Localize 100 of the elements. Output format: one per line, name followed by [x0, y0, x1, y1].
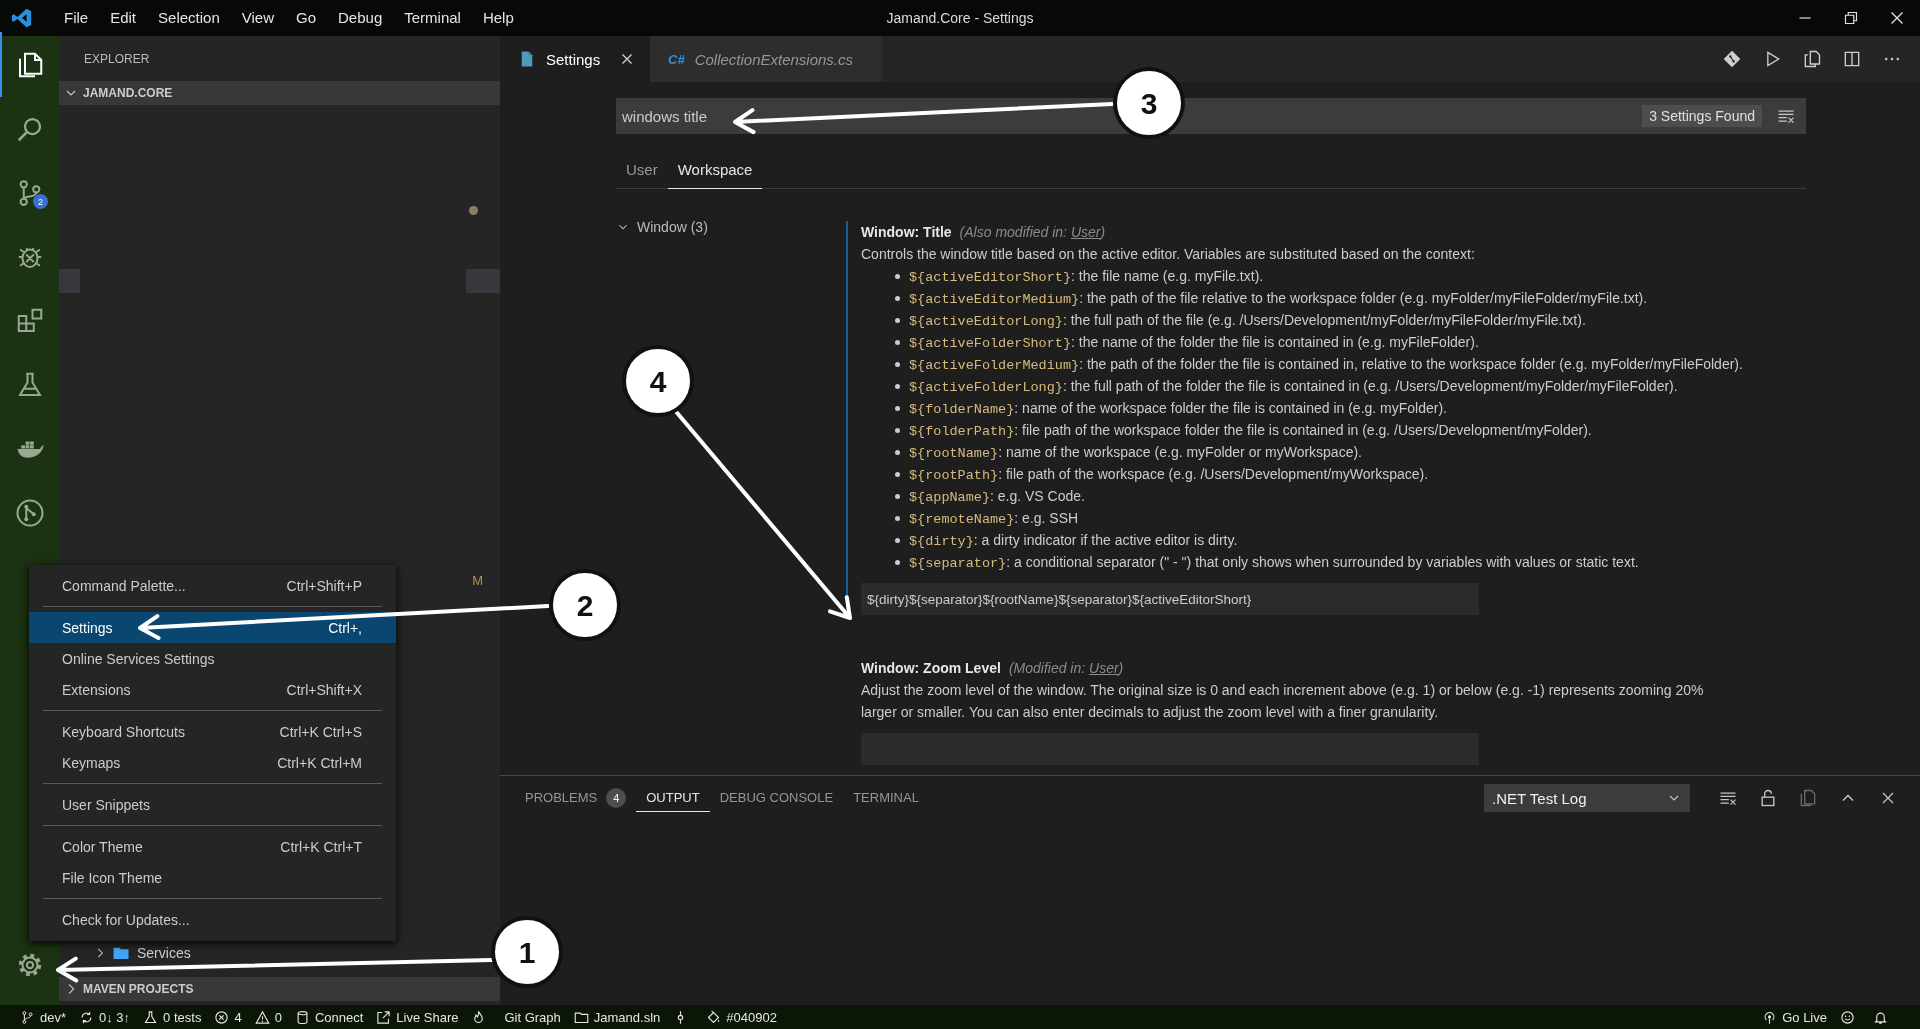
menu-item[interactable]: Selection	[147, 3, 231, 33]
menu-item[interactable]: Help	[471, 3, 525, 33]
bullet-dot	[895, 296, 900, 301]
status-item[interactable]: Live Share	[376, 1009, 459, 1025]
list-item: ${activeFolderShort}: the name of the folder the file is contained in (e.g. myFileFolder).	[909, 333, 1479, 353]
setting-description: Adjust the zoom level of the window. The original size is 0 and each increment above (e.g. 1) or below (e.g. -1) represents zooming 20% larger or smaller. You can also enter decimals to adjust the zoom level with a finer granularity.	[861, 681, 1705, 722]
bullet-dot	[895, 318, 900, 323]
modified-note: (Also modified in: User)	[959, 224, 1106, 240]
list-item: ${activeEditorShort}: the file name (e.g. myFile.txt).	[909, 267, 1264, 287]
count-badge: 4	[606, 787, 627, 808]
error-icon	[214, 1009, 230, 1025]
menu-item[interactable]: Keymaps Ctrl+K Ctrl+M	[29, 747, 396, 778]
bullet-dot	[895, 406, 900, 411]
bullet-dot	[895, 450, 900, 455]
section-header[interactable]: MAVEN PROJECTS	[59, 977, 500, 1001]
setting-title: Window: Title	[861, 224, 952, 240]
status-item[interactable]: Git Graph	[504, 1009, 561, 1025]
menu-item[interactable]: Command Palette... Ctrl+Shift+P	[29, 570, 396, 601]
shortcut-label: Ctrl+Shift+X	[286, 681, 362, 698]
result-count: 3 Settings Found	[1642, 105, 1762, 127]
flask-icon	[143, 1009, 159, 1025]
list-item: ${activeEditorMedium}: the path of the file relative to the workspace folder (e.g. myFolder/myFileFolder/myFile.txt).	[909, 289, 1648, 309]
status-item[interactable]: 0 tests	[143, 1009, 202, 1025]
menu-item[interactable]: File Icon Theme	[29, 862, 396, 893]
shortcut-label: Ctrl+K Ctrl+S	[279, 723, 362, 740]
setting-description: Controls the window title based on the active editor. Variables are substituted based on the context:	[861, 245, 1476, 264]
activity-item[interactable]: 2	[0, 160, 59, 225]
menu-item[interactable]: File	[53, 3, 100, 33]
setting-title: Window: Zoom Level	[861, 660, 1001, 676]
editor-tab[interactable]: Settings	[500, 36, 650, 82]
panel-tab[interactable]: TERMINAL	[843, 784, 929, 812]
sidebar-title: EXPLORER	[84, 51, 150, 66]
list-item: ${folderName}: name of the workspace folder the file is contained in (e.g. myFolder).	[909, 399, 1447, 419]
menu-item[interactable]: Online Services Settings	[29, 643, 396, 674]
menu-item[interactable]: Keyboard Shortcuts Ctrl+K Ctrl+S	[29, 716, 396, 747]
menu-item[interactable]: Go	[285, 3, 327, 33]
panel-tab[interactable]: DEBUG CONSOLE	[709, 784, 844, 812]
status-item[interactable]: dev*	[20, 1009, 67, 1025]
warning-icon	[254, 1009, 270, 1025]
menu-item[interactable]: Color Theme Ctrl+K Ctrl+T	[29, 831, 396, 862]
bullet-dot	[895, 384, 900, 389]
output-channel-dropdown[interactable]: .NET Test Log	[1484, 784, 1690, 812]
status-item[interactable]: 0↓ 3↑	[79, 1009, 131, 1025]
status-item[interactable]: 4	[214, 1009, 242, 1025]
list-item: ${remoteName}: e.g. SSH	[909, 509, 1079, 529]
list-item: ${folderPath}: file path of the workspace folder the file is contained in (e.g. /Users/Development/myFolder).	[909, 421, 1592, 441]
bullet-dot	[895, 560, 900, 565]
status-item[interactable]: #040902	[706, 1009, 777, 1025]
callout-number: 2	[549, 569, 621, 641]
branch-icon	[20, 1009, 35, 1025]
app-logo-icon	[11, 7, 33, 29]
editor-tab[interactable]: C# CollectionExtensions.cs	[650, 36, 882, 82]
bullet-dot	[895, 538, 900, 543]
bullet-dot	[895, 472, 900, 477]
scope-tab[interactable]: User	[616, 150, 668, 189]
callout-number: 1	[491, 916, 563, 988]
folder-icon	[573, 1009, 589, 1025]
highlight-strip	[466, 269, 500, 293]
paint-bucket-icon	[706, 1009, 722, 1025]
menu-item[interactable]: View	[230, 3, 285, 33]
tree-item[interactable]: Window (3)	[616, 219, 846, 235]
file-type-label: C#	[668, 51, 685, 67]
shortcut-label: Ctrl+K Ctrl+T	[280, 838, 362, 855]
panel-tab[interactable]: PROBLEMS 4	[515, 784, 637, 812]
menu-item[interactable]: Terminal	[393, 3, 472, 33]
list-item: ${dirty}: a dirty indicator if the active editor is dirty.	[909, 531, 1238, 551]
panel-tab[interactable]: OUTPUT	[636, 784, 710, 812]
database-icon	[294, 1009, 310, 1025]
status-dot	[469, 205, 478, 215]
status-item[interactable]: Connect	[294, 1009, 364, 1025]
bullet-dot	[895, 274, 900, 279]
callout-number: 3	[1113, 67, 1185, 139]
section-header[interactable]: JAMAND.CORE	[59, 81, 500, 105]
list-item: ${activeFolderLong}: the full path of the folder the file is contained in (e.g. /Users/Development/myFolder/myFileFolder).	[909, 377, 1678, 397]
status-item[interactable]: Jamand.sln	[573, 1009, 661, 1025]
list-item: ${activeEditorLong}: the full path of the file (e.g. /Users/Development/myFolder/myFileFolder/myFile.txt).	[909, 311, 1586, 331]
menu-item[interactable]: Debug	[327, 3, 394, 33]
smiley-icon	[1840, 1009, 1855, 1025]
tree-item[interactable]: Services	[93, 943, 191, 963]
menu-item[interactable]: User Snippets	[29, 789, 396, 820]
menu-item[interactable]: Edit	[99, 3, 148, 33]
git-status-letter: M	[472, 573, 483, 588]
window-title: Jamand.Core - Settings	[885, 10, 1035, 26]
sync-icon	[79, 1009, 95, 1025]
input-field[interactable]: ${dirty}${separator}${rootName}${separator}${activeEditorShort}	[861, 583, 1479, 615]
scope-tab[interactable]: Workspace	[667, 150, 763, 189]
list-item: ${separator}: a conditional separator (" - ") that only shows when surrounded by variables with values or static text.	[909, 553, 1639, 573]
bullet-dot	[895, 494, 900, 499]
highlight-strip	[59, 269, 80, 293]
menu-item[interactable]: Check for Updates...	[29, 904, 396, 935]
modified-note: (Modified in: User)	[1008, 660, 1124, 676]
bullet-dot	[895, 428, 900, 433]
bullet-dot	[895, 340, 900, 345]
shortcut-label: Ctrl+,	[328, 619, 362, 636]
share-arrow-icon	[376, 1009, 392, 1025]
status-item[interactable]: Go Live	[1762, 1009, 1827, 1025]
menu-item[interactable]: Extensions Ctrl+Shift+X	[29, 674, 396, 705]
bell-icon	[1873, 1009, 1888, 1025]
menu-item[interactable]: Settings Ctrl+,	[29, 612, 396, 643]
status-item[interactable]: 0	[254, 1009, 282, 1025]
